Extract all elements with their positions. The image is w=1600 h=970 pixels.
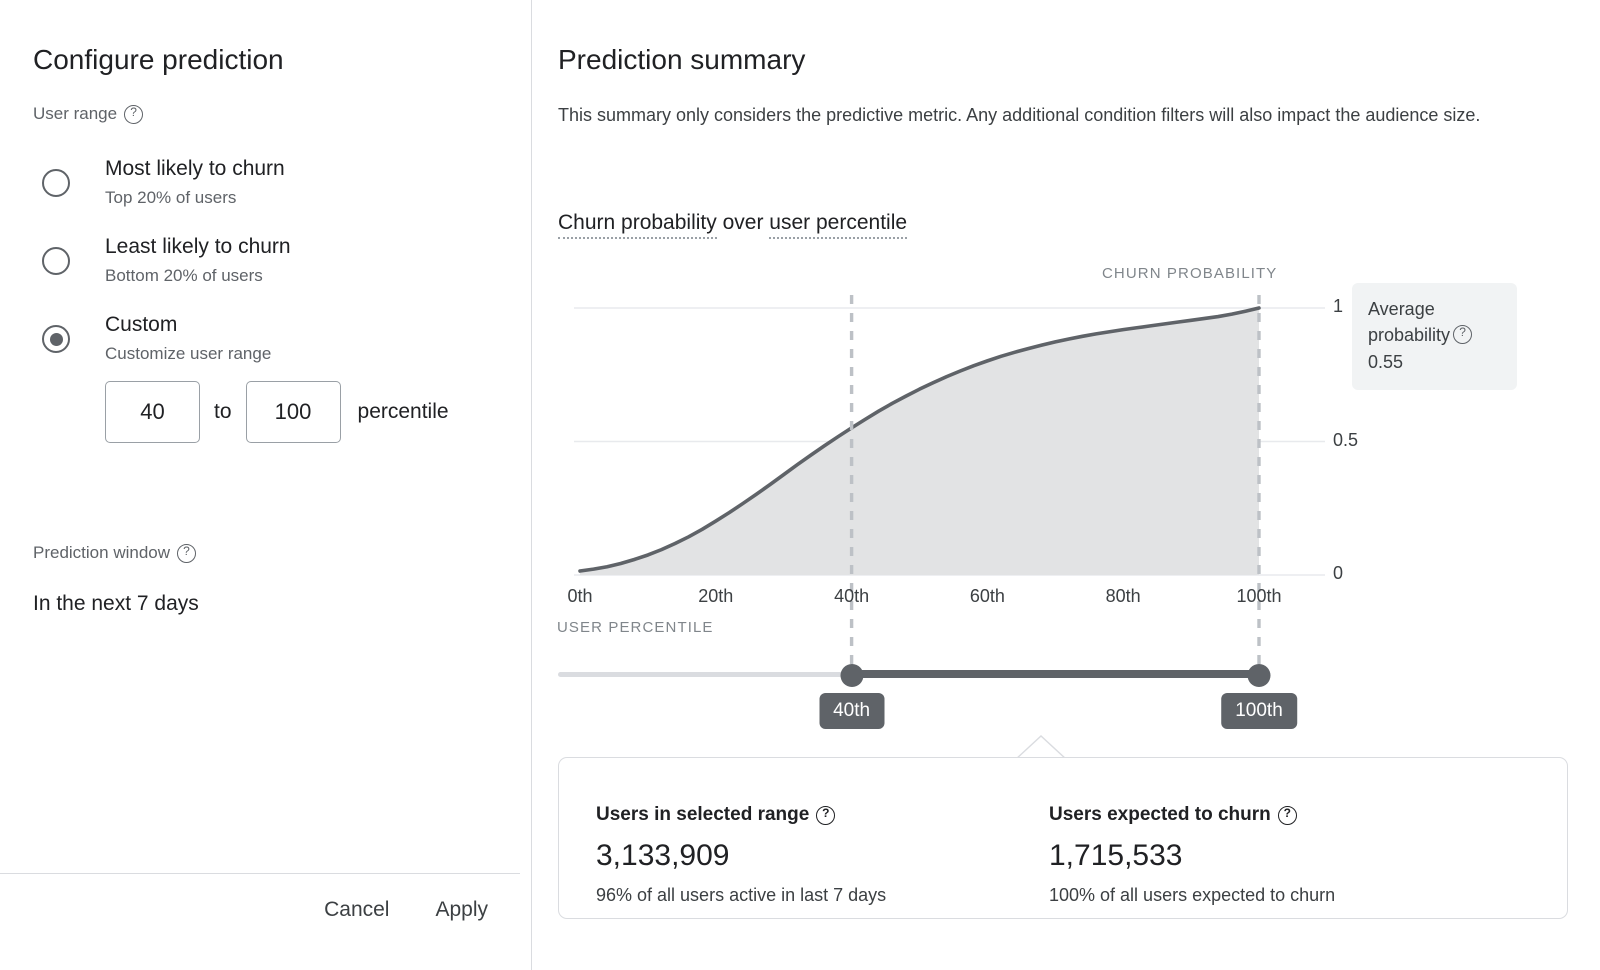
stat-heading-text: Users expected to churn: [1049, 804, 1271, 825]
dialog-footer-actions: Cancel Apply: [312, 890, 500, 930]
user-range-radio-group: Most likely to churn Top 20% of users Le…: [42, 155, 512, 443]
radio-label-least-likely: Least likely to churn: [105, 235, 291, 258]
chart-title-connector: over: [716, 211, 770, 234]
apply-button[interactable]: Apply: [423, 890, 500, 930]
summary-title: Prediction summary: [558, 44, 806, 75]
help-circle-icon[interactable]: [1453, 324, 1473, 344]
chart-x-tick-label: 0th: [567, 586, 593, 606]
slider-handle-low[interactable]: [840, 664, 864, 687]
help-circle-icon[interactable]: [816, 805, 836, 825]
stat-heading: Users expected to churn: [1049, 804, 1335, 826]
stat-value: 3,133,909: [596, 839, 730, 872]
chart-x-tick-label: 40th: [834, 586, 870, 606]
prediction-configuration-dialog: Configure prediction User range Most lik…: [0, 0, 1600, 970]
average-probability-value: 0.55: [1368, 352, 1404, 372]
chart-y-axis-title: CHURN PROBABILITY: [1102, 265, 1278, 282]
chart-x-tick-label: 60th: [969, 586, 1005, 606]
stat-heading: Users in selected range: [596, 804, 886, 826]
help-circle-icon[interactable]: [1277, 805, 1297, 825]
chart-x-tick-label: 100th: [1236, 586, 1282, 606]
stat-value: 1,715,533: [1049, 839, 1183, 872]
slider-label-high: 100th: [1221, 693, 1297, 729]
chart-title-metric: Churn probability: [558, 211, 717, 239]
chart-title: Churn probability over user percentile: [558, 211, 908, 239]
help-circle-icon[interactable]: [177, 543, 197, 563]
radio-mark-most-likely[interactable]: [42, 169, 70, 197]
chart-y-tick-label: 0: [1333, 563, 1344, 583]
chart-title-dimension: user percentile: [769, 211, 908, 239]
radio-mark-least-likely[interactable]: [42, 247, 70, 275]
radio-mark-custom[interactable]: [42, 325, 70, 353]
average-probability-label-line2: probability: [1368, 325, 1451, 345]
range-unit-label: percentile: [357, 400, 449, 423]
radio-option-custom[interactable]: Custom Customize user range 40 to 100 pe…: [42, 311, 512, 443]
range-to-word: to: [214, 400, 232, 423]
chart-x-tick-label: 20th: [698, 586, 734, 606]
radio-label-custom: Custom: [105, 313, 178, 336]
custom-range-inputs: 40 to 100 percentile: [105, 381, 512, 443]
cancel-button[interactable]: Cancel: [312, 890, 401, 930]
stat-subtext: 100% of all users expected to churn: [1049, 885, 1336, 905]
prediction-summary-panel: Prediction summary This summary only con…: [532, 0, 1600, 970]
stat-subtext: 96% of all users active in last 7 days: [596, 885, 887, 905]
range-to-input[interactable]: 100: [245, 381, 341, 443]
radio-label-most-likely: Most likely to churn: [105, 157, 285, 180]
range-from-input[interactable]: 40: [105, 381, 200, 443]
radio-sublabel-least-likely: Bottom 20% of users: [105, 266, 263, 285]
slider-track-active[interactable]: [851, 670, 1259, 678]
chart-x-axis-title: USER PERCENTILE: [557, 619, 714, 636]
prediction-window-label: Prediction window: [33, 543, 197, 563]
average-probability-callout: Average probability 0.55: [1352, 283, 1517, 390]
radio-option-least-likely-to-churn[interactable]: Least likely to churn Bottom 20% of user…: [42, 233, 512, 311]
radio-sublabel-most-likely: Top 20% of users: [105, 188, 237, 207]
average-probability-label: Average probability: [1368, 296, 1501, 348]
configure-prediction-panel: Configure prediction User range Most lik…: [0, 0, 532, 970]
prediction-window-value: In the next 7 days: [33, 592, 199, 615]
stat-users-in-selected-range: Users in selected range 3,133,909 96% of…: [596, 804, 886, 906]
prediction-window-label-text: Prediction window: [33, 543, 171, 562]
summary-stats-section: Users in selected range 3,133,909 96% of…: [532, 735, 1600, 945]
user-range-label-text: User range: [33, 104, 118, 123]
radio-option-most-likely-to-churn[interactable]: Most likely to churn Top 20% of users: [42, 155, 512, 233]
average-probability-label-line1: Average: [1368, 299, 1435, 319]
summary-stats-card: Users in selected range 3,133,909 96% of…: [558, 757, 1568, 919]
footer-divider: [0, 873, 520, 874]
stat-users-expected-to-churn: Users expected to churn 1,715,533 100% o…: [1049, 804, 1335, 906]
chart-x-tick-label: 80th: [1105, 586, 1141, 606]
stat-heading-text: Users in selected range: [596, 804, 810, 825]
user-range-label: User range: [33, 104, 144, 124]
chart-y-tick-label: 0.5: [1333, 429, 1359, 450]
chart-y-tick-label: 1: [1333, 296, 1344, 316]
radio-sublabel-custom: Customize user range: [105, 344, 272, 363]
percentile-range-slider[interactable]: 40th 100th: [558, 664, 1297, 729]
page-title: Configure prediction: [33, 44, 284, 75]
help-circle-icon[interactable]: [124, 104, 144, 124]
summary-description: This summary only considers the predicti…: [558, 105, 1481, 125]
slider-label-low: 40th: [819, 693, 885, 729]
slider-handle-high[interactable]: [1247, 664, 1271, 687]
